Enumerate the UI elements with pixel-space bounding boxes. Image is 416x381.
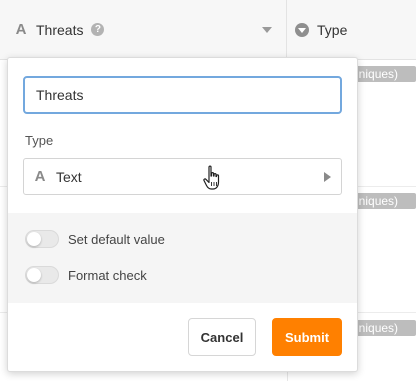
chevron-right-icon bbox=[324, 171, 331, 182]
type-caption: Type bbox=[25, 133, 54, 148]
column-name-input[interactable] bbox=[23, 76, 342, 114]
text-type-icon: A bbox=[34, 168, 46, 185]
hand-pointer-icon bbox=[203, 165, 220, 190]
single-select-icon bbox=[295, 22, 309, 37]
column-header-type[interactable]: Type bbox=[287, 0, 416, 60]
column-options-panel: Set default value Format check bbox=[8, 213, 357, 303]
column-header-threats[interactable]: A Threats ? bbox=[0, 0, 287, 60]
default-value-label: Set default value bbox=[68, 231, 165, 247]
toggle-knob bbox=[27, 232, 41, 246]
format-check-row: Format check bbox=[25, 266, 147, 284]
submit-button[interactable]: Submit bbox=[272, 318, 342, 356]
default-value-row: Set default value bbox=[25, 230, 165, 248]
column-type-select[interactable]: A Text bbox=[23, 158, 342, 195]
text-type-icon: A bbox=[15, 21, 27, 38]
column-header-label: Threats bbox=[36, 21, 84, 38]
caret-down-icon[interactable] bbox=[262, 26, 272, 33]
edit-column-popover: Type A Text Set default value Format che… bbox=[7, 57, 358, 372]
column-header-label: Type bbox=[317, 21, 348, 38]
default-value-toggle[interactable] bbox=[25, 230, 59, 248]
toggle-knob bbox=[27, 268, 41, 282]
question-icon[interactable]: ? bbox=[91, 23, 105, 36]
format-check-label: Format check bbox=[68, 267, 147, 283]
format-check-toggle[interactable] bbox=[25, 266, 59, 284]
cancel-button[interactable]: Cancel bbox=[188, 318, 256, 356]
column-type-value: Text bbox=[56, 168, 82, 185]
